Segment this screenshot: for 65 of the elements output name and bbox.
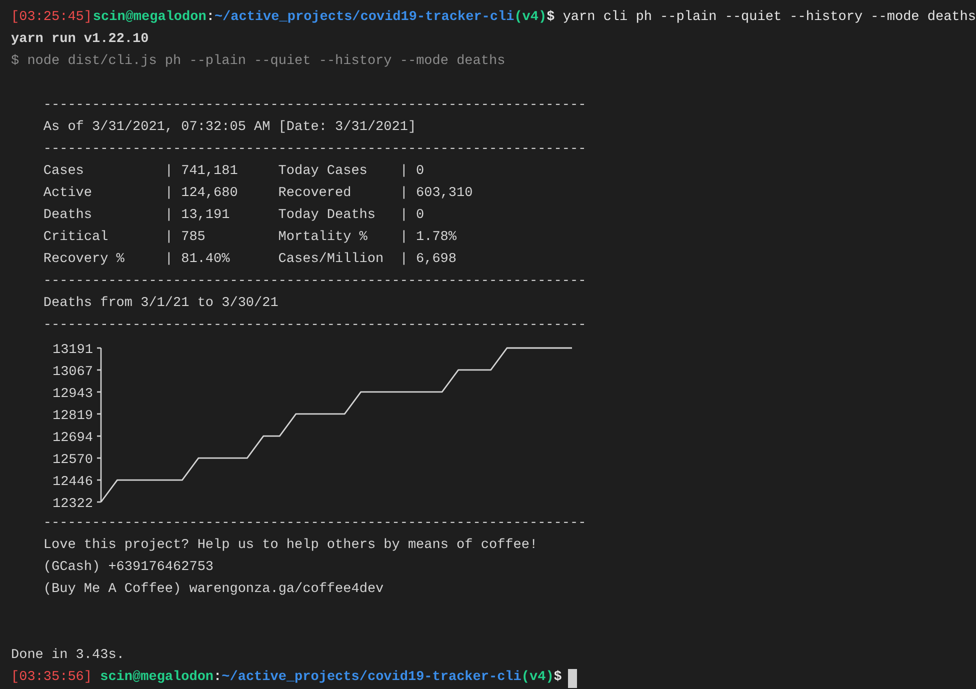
output-text: Love this project? Help us to help others by means of coffee! [43,537,538,555]
dashed-rule: ------------------------------------------------------------------- [43,317,586,335]
axis-label: 13191 [52,343,94,358]
column-separator: | [164,207,174,225]
prompt-time: [03:25:45] [11,9,92,27]
stat-label: Recovery % [43,251,126,269]
axis-label: 12446 [52,475,94,490]
stat-label: Recovered [278,185,352,203]
stat-value: 13,191 [181,207,231,225]
prompt-user: scin@megalodon [92,9,206,27]
column-separator: | [164,251,174,269]
axis-label: 12819 [52,408,94,424]
column-separator: | [164,229,174,247]
column-separator: | [400,207,409,225]
output-text: Deaths from 3/1/21 to 3/30/21 [43,295,278,313]
stat-label: Deaths [43,207,93,225]
output-text: (Buy Me A Coffee) warengonza.ga/coffee4dev [43,581,384,599]
prompt-branch: (v4) [514,9,547,27]
column-separator: | [400,185,409,203]
column-separator: | [400,163,409,181]
prompt-colon: : [206,9,214,27]
axis-label: 12322 [52,497,94,512]
stat-value: 603,310 [416,185,474,203]
stat-label: Critical [43,229,110,247]
output-text: As of 3/31/2021, 07:32:05 AM [Date: 3/31/2021] [43,119,416,137]
stat-label: Active [43,185,93,203]
stat-value: 741,181 [181,163,239,181]
axis-label: 12570 [52,453,94,468]
prompt-path: ~/active_projects/covid19-tracker-cli [214,9,514,27]
done-message: Done in 3.43s. [11,647,124,665]
stat-label: Cases/Million [278,251,385,269]
yarn-version: yarn run v1.22.10 [11,31,149,49]
stat-label: Today Cases [278,163,368,181]
prompt-branch: (v4) [521,669,554,687]
column-separator: | [400,251,409,269]
column-separator: | [164,163,174,181]
column-separator: | [400,229,409,247]
prompt-colon: : [214,669,222,687]
command-text: yarn cli ph --plain --quiet --history --mode deaths [562,9,976,27]
prompt-time: [03:35:56] [11,669,92,687]
stat-value: 81.40% [181,251,231,269]
stat-label: Mortality % [278,229,368,247]
stat-value: 6,698 [416,251,458,269]
prompt-symbol: $ [554,669,562,687]
stat-value: 0 [416,163,426,181]
dashed-rule: ------------------------------------------------------------------- [43,515,586,533]
axis-label: 13067 [52,364,94,380]
dashed-rule: ------------------------------------------------------------------- [43,273,586,291]
prompt-symbol: $ [546,9,555,27]
stat-value: 124,680 [181,185,239,203]
prompt-path: ~/active_projects/covid19-tracker-cli [222,669,522,687]
stat-label: Today Deaths [278,207,377,225]
stat-label: Cases [43,163,85,181]
stat-value: 1.78% [416,229,458,247]
output-text: (GCash) +639176462753 [43,559,214,577]
axis-label: 12694 [52,431,94,446]
run-command: $ node dist/cli.js ph --plain --quiet --history --mode deaths [11,53,506,71]
column-separator: | [164,185,174,203]
dashed-rule: ------------------------------------------------------------------- [43,97,586,115]
text-cursor [568,668,577,688]
axis-label: 12943 [52,386,94,402]
stat-value: 785 [181,229,206,247]
stat-value: 0 [416,207,426,225]
dashed-rule: ------------------------------------------------------------------- [43,141,586,159]
prompt-user: scin@megalodon [100,669,214,687]
